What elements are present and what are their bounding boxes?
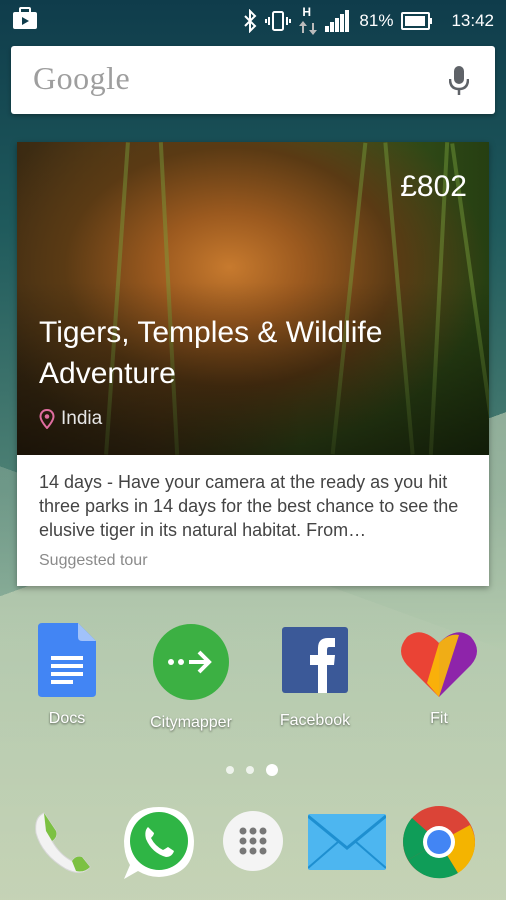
dock-email[interactable] xyxy=(307,814,387,875)
dock-phone[interactable] xyxy=(26,805,102,886)
tour-title: Tigers, Temples & Wildlife Adventure xyxy=(39,316,383,390)
citymapper-icon xyxy=(153,624,229,700)
battery-icon xyxy=(401,12,433,30)
facebook-icon xyxy=(282,627,348,693)
tour-price: £802 xyxy=(400,170,467,203)
docs-icon xyxy=(38,623,96,697)
location-label: India xyxy=(61,408,103,429)
page-dot xyxy=(246,766,254,774)
page-dot-active xyxy=(266,764,278,776)
app-facebook[interactable]: Facebook xyxy=(260,623,370,730)
battery-percent: 81% xyxy=(359,11,394,30)
tour-location: India xyxy=(39,408,102,430)
page-dot xyxy=(226,766,234,774)
mic-icon[interactable] xyxy=(449,66,469,96)
tiger-photo: £802 Tigers, Temples & Wildlife Adventur… xyxy=(17,142,489,455)
suggested-tour-card[interactable]: £802 Tigers, Temples & Wildlife Adventur… xyxy=(17,142,489,586)
chrome-icon xyxy=(403,806,476,879)
google-search-bar[interactable]: Google xyxy=(11,46,495,114)
clock: 13:42 xyxy=(451,11,494,30)
status-bar: H 81% 13:42 xyxy=(0,0,506,38)
app-docs[interactable]: Docs xyxy=(12,623,122,728)
dock-chrome[interactable] xyxy=(402,805,476,884)
email-icon xyxy=(307,814,387,870)
app-label-citymapper: Citymapper xyxy=(150,714,232,731)
app-fit[interactable]: Fit xyxy=(384,623,494,728)
fit-heart-icon xyxy=(401,632,477,697)
page-indicator xyxy=(226,764,278,776)
bluetooth-icon xyxy=(244,9,257,33)
app-label-docs: Docs xyxy=(48,710,86,727)
dock-whatsapp[interactable] xyxy=(120,803,198,888)
whatsapp-icon xyxy=(124,807,194,879)
phone-icon xyxy=(35,812,91,873)
google-logo: Google xyxy=(33,60,131,96)
tour-description: 14 days - Have your camera at the ready … xyxy=(39,472,459,540)
network-type: H xyxy=(302,5,312,19)
location-pin-icon xyxy=(39,409,55,429)
data-arrows-icon: H xyxy=(299,5,318,35)
signal-icon xyxy=(325,10,350,32)
vibrate-icon xyxy=(265,11,292,31)
card-source-label: Suggested tour xyxy=(39,552,148,569)
app-citymapper[interactable]: Citymapper xyxy=(136,623,246,732)
app-label-fit: Fit xyxy=(430,710,448,727)
app-label-facebook: Facebook xyxy=(279,712,351,729)
briefcase-icon xyxy=(13,7,37,29)
dock-app-drawer[interactable] xyxy=(222,810,284,877)
app-drawer-icon xyxy=(223,811,283,871)
